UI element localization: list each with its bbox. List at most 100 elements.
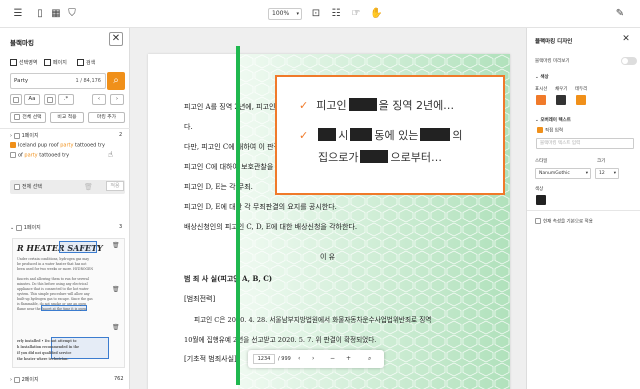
color-label: 테두리 bbox=[575, 87, 588, 92]
app-window: ☰ ▯ ▦ ⛉ 100% ▾ ⊡ ☷ ☞ ✋ ✎ 블랙마킹 ✕ 선택영역 페이지 … bbox=[0, 0, 640, 389]
size-select[interactable]: 12 ▾ bbox=[595, 168, 619, 179]
page-number-input[interactable]: 1234 bbox=[253, 354, 275, 364]
hand-icon[interactable]: ✋ bbox=[370, 8, 382, 20]
text-color-swatch[interactable] bbox=[536, 195, 546, 205]
thumbnail-text-line: system. This simple procedure will allow… bbox=[17, 292, 90, 296]
thumbnail-text-line: is flammable, do not smoke or use an ope… bbox=[17, 302, 87, 306]
group-count: 3 bbox=[119, 224, 123, 230]
close-icon[interactable]: ✕ bbox=[109, 32, 123, 46]
bookmark-icon[interactable]: ⛉ bbox=[66, 8, 78, 20]
preview-line-3: 집으로가 으로부터… bbox=[318, 150, 442, 164]
zoom-value: 100% bbox=[272, 10, 290, 17]
style-label: 스타일 bbox=[535, 159, 548, 164]
page-thumbnail[interactable]: R HEATER SAFETY Under certain conditions… bbox=[12, 238, 125, 368]
tab-selection[interactable]: 선택영역 bbox=[10, 59, 37, 66]
tab-page[interactable]: 페이지 bbox=[44, 59, 67, 66]
thumbnail-text-line: Under certain conditions, hydrogen gas m… bbox=[17, 257, 90, 261]
doc-line: 피고인 D, E는 각 무죄. bbox=[184, 183, 253, 191]
color-label: 채우기 bbox=[555, 87, 568, 92]
group-row-page1[interactable]: › 1페이지 bbox=[10, 132, 39, 139]
chevron-down-icon: ▾ bbox=[296, 11, 299, 17]
text-color-label: 색상 bbox=[535, 187, 544, 192]
sidebar-toggle-icon[interactable]: ▯ bbox=[34, 8, 46, 20]
thumbnail-text-line: h Installation recommended in the bbox=[17, 345, 80, 349]
top-toolbar: ☰ ▯ ▦ ⛉ 100% ▾ ⊡ ☷ ☞ ✋ ✎ bbox=[0, 0, 640, 28]
group-count: 2 bbox=[119, 132, 123, 138]
thumbnail-text-line: the heater where technician. bbox=[17, 357, 69, 361]
delete-icon[interactable]: 🗑 bbox=[112, 242, 120, 249]
prev-result-button[interactable]: ‹ bbox=[92, 94, 106, 105]
redaction-block bbox=[350, 128, 373, 141]
font-select[interactable]: NanumGothic ▾ bbox=[535, 168, 591, 179]
preview-toggle[interactable] bbox=[621, 57, 637, 65]
regex-option-checkbox[interactable] bbox=[44, 94, 56, 105]
regex-button[interactable]: .* bbox=[58, 94, 74, 105]
zoom-out-icon[interactable]: − bbox=[330, 350, 335, 368]
case-option-checkbox[interactable] bbox=[10, 94, 22, 105]
default-apply-checkbox[interactable]: 현재 속성을 기본으로 적용 bbox=[535, 218, 593, 225]
line-color-swatch[interactable] bbox=[536, 95, 546, 105]
doc-line: 다. bbox=[184, 123, 193, 131]
panel-title: 블랙마킹 디자인 bbox=[535, 39, 573, 45]
doc-line: 배상신청인의 피고인 C, D, E에 대한 배상신청을 각하한다. bbox=[184, 223, 358, 231]
tab-search[interactable]: 검색 bbox=[77, 59, 95, 66]
next-page-icon[interactable]: › bbox=[312, 350, 314, 368]
delete-icon[interactable]: 🗑 bbox=[112, 324, 120, 331]
overlay-text-input[interactable]: 블랙마킹 텍스트 입력 bbox=[536, 138, 634, 149]
redaction-block bbox=[318, 128, 337, 141]
thumbnail-text-line: If you did not qualified service bbox=[17, 351, 72, 355]
add-marking-button[interactable]: 마킹 추가 bbox=[88, 112, 125, 123]
preview-line-2: ✓ 시 동에 있는 의 bbox=[299, 128, 463, 142]
page-fit-icon[interactable]: ⊡ bbox=[310, 8, 322, 20]
cursor-icon: ☝ bbox=[108, 150, 113, 159]
group-row-page1-expanded[interactable]: ⌄ 1페이지 bbox=[10, 224, 41, 231]
split-view-handle[interactable] bbox=[236, 46, 240, 385]
size-label: 크기 bbox=[597, 159, 606, 164]
search-button[interactable]: ⌕ bbox=[107, 72, 125, 90]
check-icon: ✓ bbox=[299, 129, 309, 142]
doc-line: 피고인 D, E에 대한 각 무죄판결의 요지를 공시한다. bbox=[184, 203, 337, 211]
menu-icon[interactable]: ☰ bbox=[12, 8, 24, 20]
redaction-block bbox=[420, 128, 451, 141]
edit-icon[interactable]: ✎ bbox=[614, 8, 626, 20]
compare-apply-button[interactable]: 비교 적용 bbox=[50, 112, 84, 123]
group-row-page2[interactable]: › 2페이지 bbox=[10, 376, 39, 383]
border-color-swatch[interactable] bbox=[576, 95, 586, 105]
zoom-in-icon[interactable]: + bbox=[346, 350, 351, 368]
search-input[interactable]: Party 1 / 84,176 bbox=[10, 73, 106, 89]
direct-input-checkbox[interactable]: 직접 입력 bbox=[537, 127, 563, 134]
thumbnail-text-line: erly installed • Do not attempt to bbox=[17, 339, 77, 343]
preview-line-1: ✓ 피고인 을 징역 2년에… bbox=[299, 98, 455, 112]
match-highlight[interactable] bbox=[59, 241, 97, 253]
next-result-button[interactable]: › bbox=[110, 94, 124, 105]
result-item[interactable]: Iceland pup roof party tattooed try bbox=[10, 142, 105, 149]
select-all-button[interactable]: 전체 선택 bbox=[10, 112, 46, 123]
check-icon: ✓ bbox=[299, 99, 309, 112]
panel-title: 블랙마킹 bbox=[10, 39, 34, 47]
match-case-button[interactable]: Aa bbox=[24, 94, 40, 105]
crime-heading: 범 죄 사 실(피고인 A, B, C) bbox=[184, 274, 273, 283]
marking-preview-popup: ✓ 피고인 을 징역 2년에… ✓ 시 동에 있는 의 집으로가 으로부터… bbox=[275, 75, 505, 195]
preview-label: 블랙마킹 미리보기 bbox=[535, 59, 570, 64]
page-navigator: 1234 / 999 ‹ › − + ⌕ bbox=[248, 350, 384, 368]
result-item[interactable]: of party tattooed try bbox=[10, 152, 69, 159]
thumbnail-view-icon[interactable]: ▦ bbox=[50, 8, 62, 20]
apply-button[interactable]: 적용 bbox=[106, 181, 124, 191]
fill-color-swatch[interactable] bbox=[556, 95, 566, 105]
search-value: Party bbox=[14, 78, 29, 84]
trash-icon[interactable]: 🗑 bbox=[84, 183, 93, 191]
search-icon: ⌕ bbox=[113, 75, 119, 86]
pointer-icon[interactable]: ☞ bbox=[350, 8, 362, 20]
thumbnail-text-line: be produced in a water heater that has n… bbox=[17, 262, 87, 266]
overlay-section: ⌄ 오버레이 텍스트 bbox=[535, 118, 571, 123]
select-all-checkbox[interactable]: 전체 선택 bbox=[14, 183, 42, 190]
sub-heading: [기초적 범죄사실] bbox=[184, 355, 237, 363]
magnifier-icon[interactable]: ⌕ bbox=[368, 350, 371, 368]
sub-heading: [범죄전력] bbox=[184, 295, 216, 303]
scroll-mode-icon[interactable]: ☷ bbox=[330, 8, 342, 20]
zoom-select[interactable]: 100% ▾ bbox=[268, 8, 302, 20]
close-icon[interactable]: ✕ bbox=[620, 33, 632, 45]
color-label: 표시선 bbox=[535, 87, 548, 92]
delete-icon[interactable]: 🗑 bbox=[112, 286, 120, 293]
prev-page-icon[interactable]: ‹ bbox=[298, 350, 300, 368]
